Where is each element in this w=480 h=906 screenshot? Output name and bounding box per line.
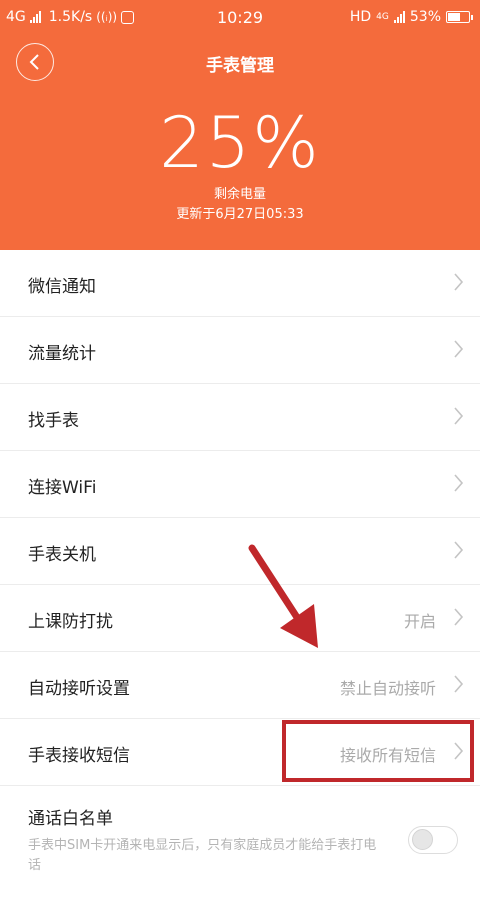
menu-item-label: 上课防打扰: [28, 612, 113, 632]
menu-item-data-usage[interactable]: 流量统计: [0, 317, 480, 384]
status-right: HD 4G 53%: [349, 9, 473, 25]
menu-item-label: 连接WiFi: [28, 478, 97, 498]
menu-item-wechat-notify[interactable]: 微信通知: [0, 250, 480, 317]
chevron-right-icon: [454, 541, 464, 559]
menu-item-label: 手表接收短信: [28, 746, 130, 766]
chevron-right-icon: [454, 340, 464, 358]
hd-badge: HD: [349, 9, 372, 25]
menu-item-label: 手表关机: [28, 545, 96, 565]
battery-level-label: 剩余电量: [213, 187, 266, 202]
battery-icon: [446, 11, 473, 23]
chevron-right-icon: [454, 407, 464, 425]
menu-item-class-dnd[interactable]: 上课防打扰 开启: [0, 585, 480, 652]
menu-item-auto-answer[interactable]: 自动接听设置 禁止自动接听: [0, 652, 480, 719]
annotation-highlight-box: [282, 720, 474, 782]
menu-item-label: 微信通知: [28, 277, 96, 297]
chevron-right-icon: [454, 474, 464, 492]
menu-item-call-whitelist: 通话白名单 手表中SIM卡开通来电显示后，只有家庭成员才能给手表打电话: [0, 786, 480, 882]
whitelist-toggle[interactable]: [408, 826, 458, 854]
chevron-right-icon: [454, 675, 464, 693]
battery-level: 25%: [159, 102, 321, 184]
chevron-right-icon: [454, 608, 464, 626]
whitelist-description: 手表中SIM卡开通来电显示后，只有家庭成员才能给手表打电话: [28, 838, 377, 873]
network-type-right: 4G: [376, 12, 389, 22]
menu-item-find-watch[interactable]: 找手表: [0, 384, 480, 451]
page-title: 手表管理: [206, 56, 274, 76]
menu-item-value: 开启: [403, 612, 436, 631]
menu-item-value: 禁止自动接听: [339, 679, 436, 698]
update-time: 更新于6月27日05:33: [176, 207, 304, 222]
menu-item-power-off[interactable]: 手表关机: [0, 518, 480, 585]
menu-item-label: 流量统计: [28, 344, 96, 364]
toggle-knob: [412, 829, 433, 850]
header: 4G 1.5K/s ((ᵢ)) 10:29 HD 4G 53% 手表管理 25%…: [0, 0, 480, 250]
settings-list: 微信通知 流量统计 找手表 连接WiFi 手表关机 上课防打扰 开启 自动接听设…: [0, 250, 480, 882]
menu-item-connect-wifi[interactable]: 连接WiFi: [0, 451, 480, 518]
menu-item-label: 找手表: [28, 411, 79, 431]
chevron-right-icon: [454, 273, 464, 291]
menu-item-label: 自动接听设置: [28, 679, 130, 699]
signal-icon-right: [393, 11, 405, 23]
whitelist-label: 通话白名单: [28, 809, 113, 829]
battery-percent: 53%: [409, 9, 441, 25]
status-bar: 4G 1.5K/s ((ᵢ)) 10:29 HD 4G 53%: [0, 0, 480, 34]
